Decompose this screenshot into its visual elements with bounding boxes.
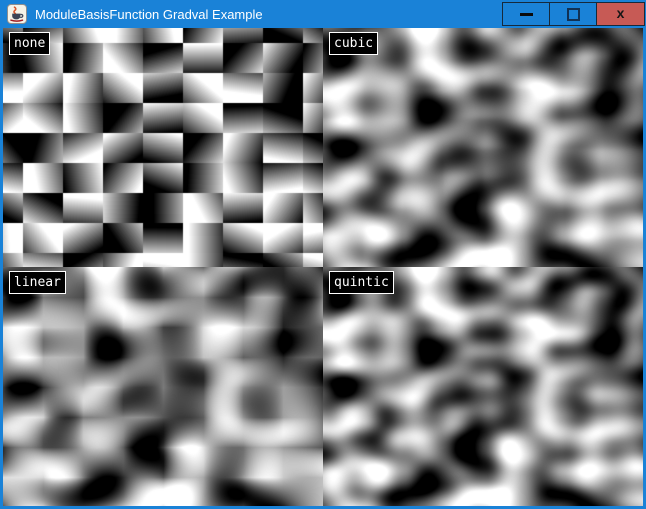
window-title: ModuleBasisFunction Gradval Example — [35, 7, 503, 22]
quadrant-label-cubic: cubic — [329, 32, 378, 55]
minimize-button[interactable] — [502, 2, 550, 26]
noise-canvas-linear — [3, 267, 323, 506]
noise-canvas-none — [3, 28, 323, 267]
maximize-icon — [567, 8, 580, 21]
quadrant-linear: linear — [3, 267, 323, 506]
minimize-icon — [520, 13, 533, 16]
quadrant-quintic: quintic — [323, 267, 643, 506]
noise-grid: none cubic linear quintic — [3, 28, 643, 506]
window-controls: x — [503, 0, 646, 28]
noise-canvas-quintic — [323, 267, 643, 506]
quadrant-none: none — [3, 28, 323, 267]
quadrant-cubic: cubic — [323, 28, 643, 267]
quadrant-label-quintic: quintic — [329, 271, 394, 294]
titlebar[interactable]: ModuleBasisFunction Gradval Example x — [0, 0, 646, 28]
maximize-button[interactable] — [549, 2, 597, 26]
close-icon: x — [617, 6, 625, 20]
quadrant-label-none: none — [9, 32, 50, 55]
noise-canvas-cubic — [323, 28, 643, 267]
application-window: ModuleBasisFunction Gradval Example x no… — [0, 0, 646, 509]
java-coffee-cup-icon[interactable] — [7, 4, 27, 24]
close-button[interactable]: x — [596, 2, 645, 26]
quadrant-label-linear: linear — [9, 271, 66, 294]
